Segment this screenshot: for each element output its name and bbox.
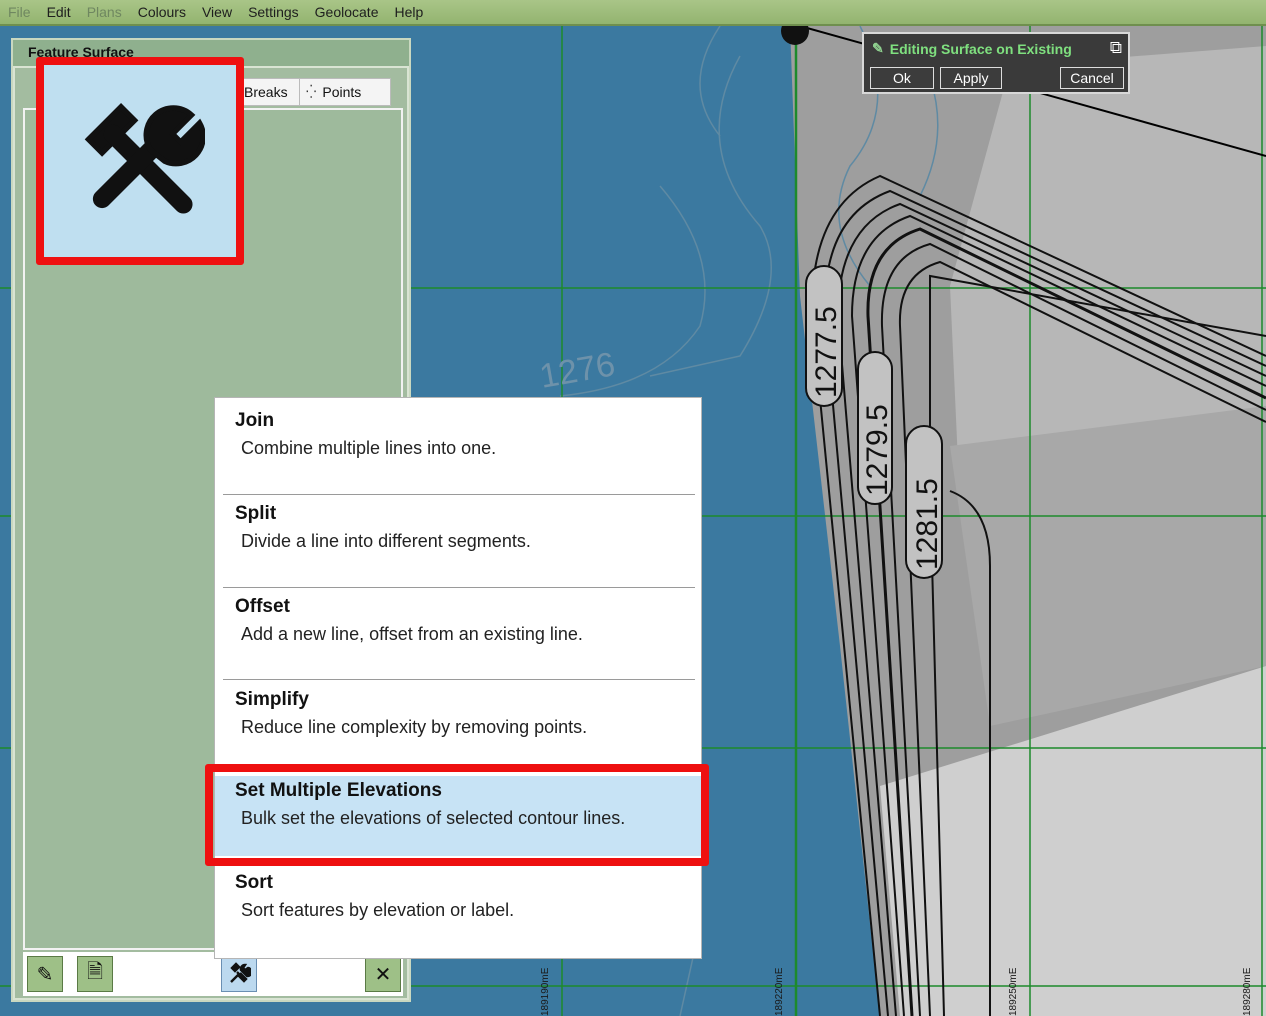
- easting-label-3: 189250mE: [1008, 967, 1019, 1016]
- tab-breaks-label: Breaks: [244, 84, 288, 100]
- menu-item-desc: Divide a line into different segments.: [241, 531, 531, 551]
- menu-item-title: Sort: [235, 872, 273, 893]
- delete-button[interactable]: ✕: [365, 956, 401, 992]
- menu-item-title: Simplify: [235, 689, 309, 710]
- menu-item-join[interactable]: Join Combine multiple lines into one.: [215, 398, 701, 490]
- document-plus-icon: 🗎: [86, 961, 104, 983]
- tab-breaks[interactable]: Breaks: [239, 78, 307, 106]
- cancel-button[interactable]: Cancel: [1060, 67, 1124, 89]
- menu-item-sort[interactable]: Sort Sort features by elevation or label…: [215, 860, 701, 952]
- tools-menu: Join Combine multiple lines into one. Sp…: [214, 397, 702, 959]
- menu-item-desc: Reduce line complexity by removing point…: [241, 717, 588, 737]
- pencil-plus-icon: ✎: [36, 963, 54, 986]
- menu-plans[interactable]: Plans: [79, 4, 130, 20]
- editing-toolbar: ✎ Editing Surface on Existing ⧉ Ok Apply…: [862, 32, 1130, 94]
- elevation-label-1277: 1277.5: [810, 306, 843, 398]
- tab-points-label: Points: [322, 84, 362, 100]
- tools-icon: [230, 962, 251, 983]
- easting-label-2: 189220mE: [774, 967, 785, 1016]
- menu-file[interactable]: File: [0, 4, 39, 20]
- menu-bar: File Edit Plans Colours View Settings Ge…: [0, 0, 1266, 26]
- editing-title: ✎ Editing Surface on Existing: [872, 40, 1072, 57]
- menu-item-offset[interactable]: Offset Add a new line, offset from an ex…: [215, 584, 701, 676]
- selection-highlight: [205, 764, 709, 866]
- easting-label-4: 189280mE: [1242, 967, 1253, 1016]
- tools-icon-callout: [36, 57, 244, 265]
- close-icon: ✕: [374, 963, 392, 986]
- menu-item-desc: Sort features by elevation or label.: [241, 900, 515, 920]
- easting-label-1: 189190mE: [540, 967, 551, 1016]
- menu-item-desc: Combine multiple lines into one.: [241, 438, 497, 458]
- menu-item-title: Offset: [235, 596, 290, 617]
- elevation-label-1279: 1279.5: [861, 404, 894, 496]
- menu-colours[interactable]: Colours: [130, 4, 194, 20]
- menu-settings[interactable]: Settings: [240, 4, 307, 20]
- tab-points[interactable]: ⁛ Points: [299, 78, 391, 106]
- menu-item-desc: Add a new line, offset from an existing …: [241, 624, 583, 644]
- menu-geolocate[interactable]: Geolocate: [307, 4, 387, 20]
- menu-item-title: Split: [235, 503, 277, 524]
- ok-button[interactable]: Ok: [870, 67, 934, 89]
- menu-view[interactable]: View: [194, 4, 240, 20]
- points-icon: ⁛: [306, 84, 317, 99]
- elevation-label-1281: 1281.5: [911, 478, 944, 570]
- menu-item-split[interactable]: Split Divide a line into different segme…: [215, 491, 701, 583]
- menu-edit[interactable]: Edit: [39, 4, 79, 20]
- hammer-wrench-icon: [84, 103, 205, 214]
- new-line-button[interactable]: ✎: [27, 956, 63, 992]
- menu-item-simplify[interactable]: Simplify Reduce line complexity by remov…: [215, 677, 701, 769]
- menu-item-title: Join: [235, 410, 275, 431]
- apply-button[interactable]: Apply: [940, 67, 1002, 89]
- editing-title-text: Editing Surface on Existing: [889, 40, 1072, 57]
- new-from-file-button[interactable]: 🗎: [77, 956, 113, 992]
- popout-icon[interactable]: ⧉: [1110, 38, 1122, 58]
- pencil-icon: ✎: [872, 40, 884, 56]
- menu-help[interactable]: Help: [386, 4, 431, 20]
- tools-button[interactable]: [221, 956, 257, 992]
